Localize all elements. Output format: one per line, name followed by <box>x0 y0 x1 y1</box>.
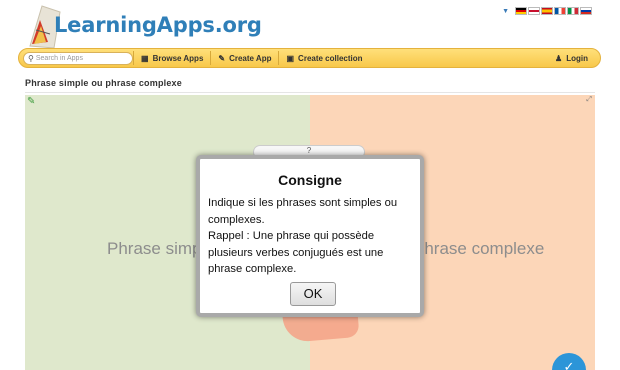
search-input[interactable]: ⚲ Search in Apps <box>23 51 133 65</box>
pencil-icon: ✎ <box>218 53 226 63</box>
dialog-instruction: Indique si les phrases sont simples ou c… <box>208 197 398 226</box>
check-icon: ✓ <box>563 359 575 370</box>
title-divider <box>25 92 595 93</box>
dialog-reminder: Rappel : Une phrase qui possède plusieur… <box>208 230 384 275</box>
main-navbar: ⚲ Search in Apps ▦ Browse Apps ✎ Create … <box>18 48 601 68</box>
fullscreen-icon[interactable]: ⤢ <box>586 96 592 104</box>
browse-apps-label: Browse Apps <box>152 53 204 63</box>
instructions-dialog: Consigne Indique si les phrases sont sim… <box>196 155 424 317</box>
dialog-title: Consigne <box>278 172 342 188</box>
logo-text: LearningApps.org <box>54 13 262 37</box>
collection-icon: ▣ <box>286 53 295 63</box>
grid-icon: ▦ <box>141 53 149 63</box>
page-root: LearningApps.org ▼ ⚲ Search in Apps ▦ Br… <box>0 0 620 370</box>
login-link[interactable]: ♟ Login <box>555 54 588 63</box>
flag-uk-icon[interactable] <box>528 7 540 15</box>
flag-es-icon[interactable] <box>541 7 553 15</box>
create-collection-label: Create collection <box>298 53 363 63</box>
learningapps-logo[interactable]: LearningApps.org <box>28 4 262 48</box>
question-mark: ? <box>306 146 312 155</box>
ok-button[interactable]: OK <box>290 282 336 306</box>
browse-apps-link[interactable]: ▦ Browse Apps <box>133 51 210 65</box>
search-icon: ⚲ <box>28 53 34 63</box>
user-icon: ♟ <box>555 53 563 63</box>
create-collection-link[interactable]: ▣ Create collection <box>278 51 369 65</box>
dialog-body: Indique si les phrases sont simples ou c… <box>208 195 418 278</box>
language-selector[interactable]: ▼ <box>502 7 592 15</box>
dropdown-caret-icon[interactable]: ▼ <box>502 8 509 15</box>
page-title: Phrase simple ou phrase complexe <box>25 78 182 88</box>
login-label: Login <box>566 53 588 63</box>
category-label-complex: Phrase complexe <box>413 239 545 258</box>
flag-fr-icon[interactable] <box>554 7 566 15</box>
flag-it-icon[interactable] <box>567 7 579 15</box>
help-icon[interactable]: ✎ <box>27 96 35 107</box>
search-placeholder: Search in Apps <box>35 54 83 62</box>
flag-de-icon[interactable] <box>515 7 527 15</box>
create-app-link[interactable]: ✎ Create App <box>210 51 278 65</box>
create-app-label: Create App <box>229 53 272 63</box>
flag-ru-icon[interactable] <box>580 7 592 15</box>
